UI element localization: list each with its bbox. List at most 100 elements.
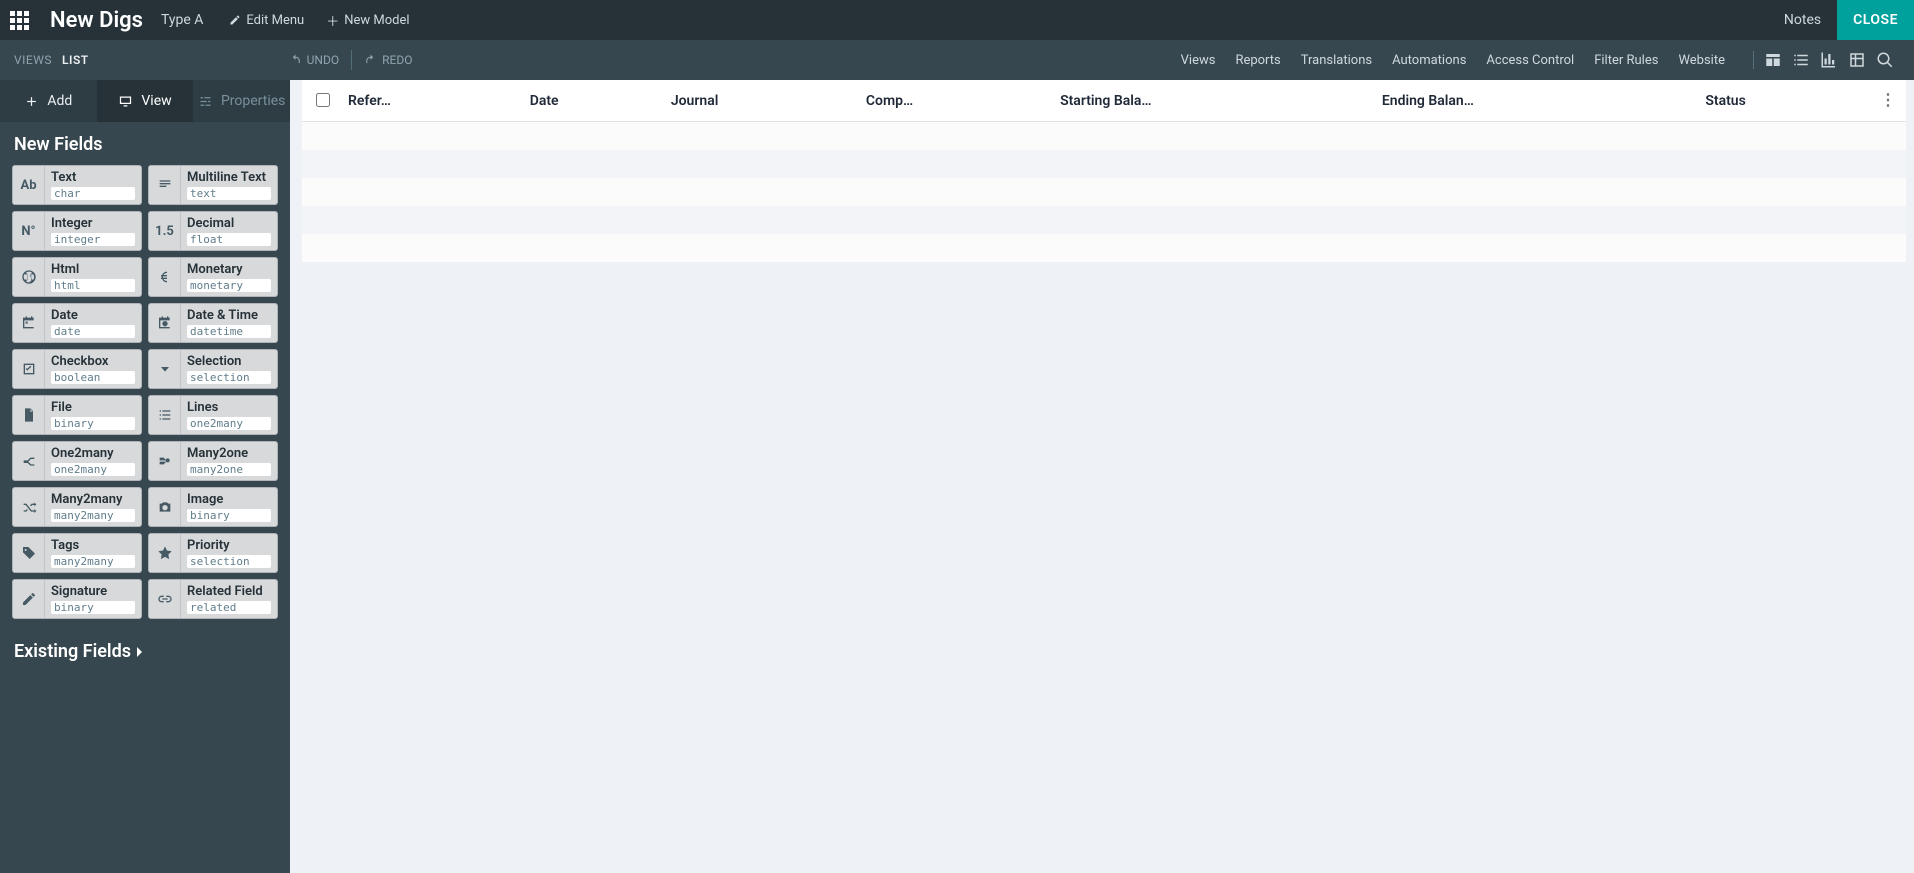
column-header[interactable]: Comp… xyxy=(856,80,1050,122)
field-card-html[interactable]: Html html xyxy=(12,257,142,297)
column-header[interactable]: Date xyxy=(520,80,661,122)
close-button[interactable]: CLOSE xyxy=(1837,0,1914,40)
edit-menu-link[interactable]: Edit Menu xyxy=(229,13,304,28)
toolbar-link-views[interactable]: Views xyxy=(1181,53,1216,68)
image-icon xyxy=(149,488,181,526)
field-label: Decimal xyxy=(187,217,271,230)
field-card-many2many[interactable]: Tagsmany2many xyxy=(12,533,142,573)
toolbar-link-reports[interactable]: Reports xyxy=(1235,53,1280,68)
field-card-boolean[interactable]: Checkboxboolean xyxy=(12,349,142,389)
notes-link[interactable]: Notes xyxy=(1768,0,1837,40)
field-card-related[interactable]: Related Field related xyxy=(148,579,278,619)
field-tech: one2many xyxy=(187,417,271,430)
toolbar-link-translations[interactable]: Translations xyxy=(1301,53,1372,68)
field-label: Checkbox xyxy=(51,355,135,368)
pivot-view-icon[interactable] xyxy=(1848,51,1866,69)
form-view-icon[interactable] xyxy=(1764,51,1782,69)
field-label: Date & Time xyxy=(187,309,271,322)
table-row xyxy=(302,234,1906,262)
redo-icon xyxy=(364,54,377,67)
toolbar-link-website[interactable]: Website xyxy=(1678,53,1725,68)
select-all-checkbox[interactable] xyxy=(316,93,330,107)
field-tech: char xyxy=(51,187,135,200)
apps-icon[interactable] xyxy=(10,11,32,30)
field-tech: many2many xyxy=(51,509,135,522)
field-card-integer[interactable]: N°Integerinteger xyxy=(12,211,142,251)
field-card-many2many[interactable]: Many2manymany2many xyxy=(12,487,142,527)
tab-view[interactable]: View xyxy=(97,80,194,122)
file-icon xyxy=(13,396,45,434)
field-label: File xyxy=(51,401,135,414)
field-label: Priority xyxy=(187,539,271,552)
column-header[interactable]: Starting Bala… xyxy=(1050,80,1372,122)
field-card-date[interactable]: Datedate xyxy=(12,303,142,343)
tab-add[interactable]: Add xyxy=(0,80,97,122)
new-model-link[interactable]: ＋ New Model xyxy=(326,11,409,30)
field-card-binary[interactable]: Imagebinary xyxy=(148,487,278,527)
field-tech: date xyxy=(51,325,135,338)
field-card-one2many[interactable]: One2manyone2many xyxy=(12,441,142,481)
top-header: New Digs Type A Edit Menu ＋ New Model No… xyxy=(0,0,1914,40)
properties-icon xyxy=(198,94,213,109)
field-label: Monetary xyxy=(187,263,271,276)
field-card-char[interactable]: AbTextchar xyxy=(12,165,142,205)
field-label: Html xyxy=(51,263,135,276)
column-header[interactable]: Journal xyxy=(661,80,856,122)
current-view: LIST xyxy=(62,53,89,67)
toolbar-link-filter[interactable]: Filter Rules xyxy=(1594,53,1658,68)
graph-view-icon[interactable] xyxy=(1820,51,1838,69)
field-card-selection[interactable]: Selectionselection xyxy=(148,349,278,389)
tab-properties: Properties xyxy=(193,80,290,122)
field-card-binary[interactable]: Signature binary xyxy=(12,579,142,619)
plus-icon: ＋ xyxy=(326,11,339,30)
redo-button[interactable]: REDO xyxy=(364,53,412,67)
toolbar-link-access[interactable]: Access Control xyxy=(1486,53,1574,68)
undo-button[interactable]: UNDO xyxy=(289,53,339,67)
many2many-icon xyxy=(13,488,45,526)
kebab-icon[interactable]: ⋮ xyxy=(1880,92,1896,108)
pencil-icon xyxy=(229,14,241,26)
field-label: Text xyxy=(51,171,135,184)
toolbar-link-automations[interactable]: Automations xyxy=(1392,53,1466,68)
field-tech: selection xyxy=(187,371,271,384)
toolbar-divider xyxy=(351,50,352,70)
select-all-header[interactable] xyxy=(302,80,338,122)
list-view-icon[interactable] xyxy=(1792,51,1810,69)
list-canvas: Refer…DateJournalComp…Starting Bala…Endi… xyxy=(290,80,1914,873)
selection-icon xyxy=(149,350,181,388)
field-tech: html xyxy=(51,279,135,292)
plus-icon xyxy=(24,94,39,109)
views-label: VIEWS xyxy=(14,53,52,67)
field-card-monetary[interactable]: Monetarymonetary xyxy=(148,257,278,297)
field-card-float[interactable]: 1.5Decimalfloat xyxy=(148,211,278,251)
existing-fields-title[interactable]: Existing Fields xyxy=(0,629,290,668)
column-header[interactable]: Ending Balan… xyxy=(1372,80,1695,122)
date-icon xyxy=(13,304,45,342)
field-label: Related Field xyxy=(187,585,271,598)
field-card-text[interactable]: Multiline Texttext xyxy=(148,165,278,205)
field-card-datetime[interactable]: Date & Timedatetime xyxy=(148,303,278,343)
tags-icon xyxy=(13,534,45,572)
search-icon[interactable] xyxy=(1876,51,1894,69)
field-card-many2one[interactable]: Many2onemany2one xyxy=(148,441,278,481)
field-tech: text xyxy=(187,187,271,200)
field-card-one2many[interactable]: Linesone2many xyxy=(148,395,278,435)
html-icon xyxy=(13,258,45,296)
column-header[interactable]: Refer… xyxy=(338,80,520,122)
field-card-selection[interactable]: Priorityselection xyxy=(148,533,278,573)
integer-icon: N° xyxy=(13,212,45,250)
multiline-text-icon xyxy=(149,166,181,204)
column-header[interactable]: Status xyxy=(1695,80,1870,122)
field-label: Signature xyxy=(51,585,135,598)
decimal-icon: 1.5 xyxy=(149,212,181,250)
field-tech: related xyxy=(187,601,271,614)
lines-icon xyxy=(149,396,181,434)
model-name[interactable]: Type A xyxy=(161,12,203,28)
field-card-binary[interactable]: Filebinary xyxy=(12,395,142,435)
column-menu[interactable]: ⋮ xyxy=(1870,80,1906,122)
new-fields-title: New Fields xyxy=(0,122,290,161)
one2many-icon xyxy=(13,442,45,480)
table-row xyxy=(302,178,1906,206)
app-title: New Digs xyxy=(50,8,143,33)
field-tech: binary xyxy=(51,601,135,614)
